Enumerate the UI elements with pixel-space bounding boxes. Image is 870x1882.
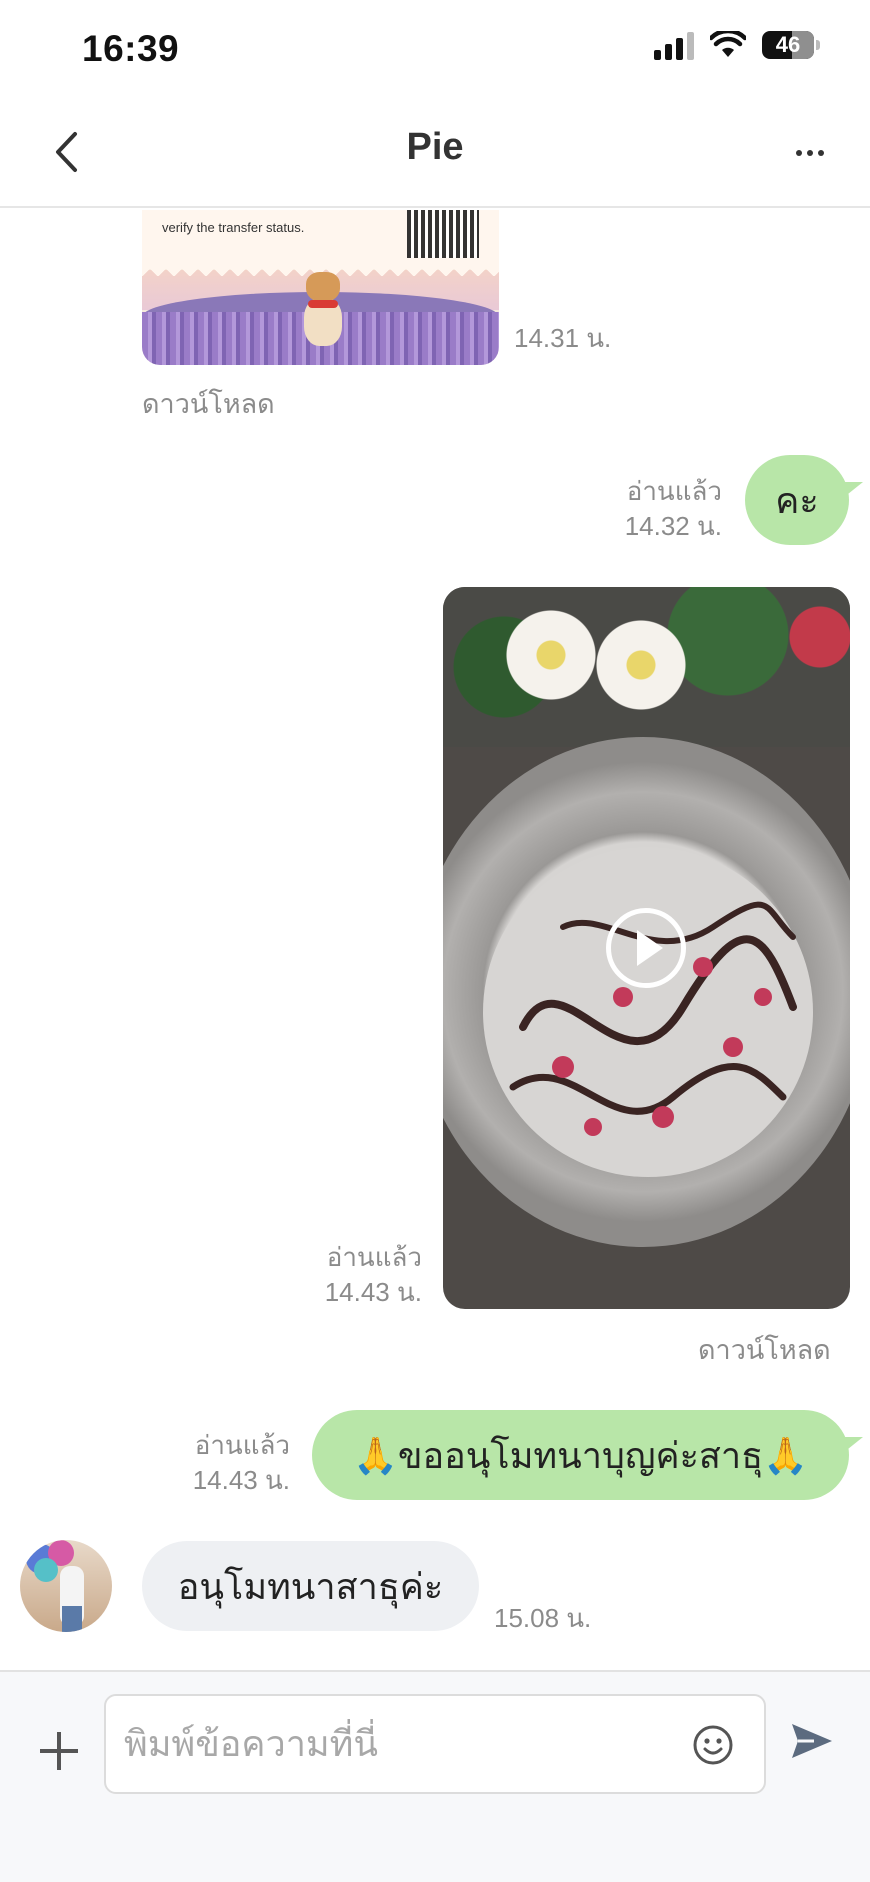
image-message[interactable]: verify the transfer status. [142,210,499,365]
message-input[interactable] [124,1714,664,1774]
smiley-icon[interactable] [692,1724,734,1766]
status-time: 16:39 [82,28,180,69]
send-arrow-icon[interactable] [786,1716,836,1766]
message-input-box[interactable] [104,1694,766,1794]
message-text: 🙏ขออนุโมทนาบุญค่ะสาธุ🙏 [353,1434,808,1476]
message-meta: อ่านแล้ว 14.32 น. [625,474,722,544]
sent-message-bubble[interactable]: 🙏ขออนุโมทนาบุญค่ะสาธุ🙏 [312,1410,849,1500]
download-link[interactable]: ดาวน์โหลด [698,1328,831,1371]
message-time: 14.43 น. [324,1277,422,1308]
message-text: อนุโมทนาสาธุค่ะ [177,1565,444,1607]
chat-messages[interactable]: verify the transfer status. 14.31 น. ดาว… [0,210,870,1670]
sent-message-bubble[interactable]: คะ [745,455,849,545]
plus-icon[interactable] [36,1728,82,1774]
battery-level: 46 [775,32,801,57]
receipt-caption: verify the transfer status. [162,220,305,235]
more-horizontal-icon [796,150,802,156]
shiba-dog-illustration [302,268,344,348]
chat-header: Pie [0,96,870,208]
message-time: 15.08 น. [494,1603,592,1633]
qr-code-icon [407,210,479,258]
received-message-bubble[interactable]: อนุโมทนาสาธุค่ะ [142,1541,479,1631]
message-meta: อ่านแล้ว 14.43 น. [325,1240,422,1310]
play-icon[interactable] [606,908,686,988]
download-link[interactable]: ดาวน์โหลด [142,382,275,425]
cellular-signal-icon [654,30,694,60]
battery-icon: 46 [762,31,820,59]
message-time: 14.32 น. [624,511,722,542]
status-icons: 46 [654,30,820,60]
read-status: อ่านแล้ว [326,1242,422,1272]
message-input-bar [0,1670,870,1882]
contact-avatar[interactable] [20,1540,112,1632]
chat-title: Pie [406,126,464,168]
message-time: 14.31 น. [514,323,612,353]
wifi-icon [710,31,746,57]
more-options-button[interactable] [780,128,840,178]
message-text: คะ [775,479,819,521]
video-message[interactable] [443,587,850,1309]
read-status: อ่านแล้ว [194,1430,290,1460]
message-meta: อ่านแล้ว 14.43 น. [193,1428,290,1498]
read-status: อ่านแล้ว [626,476,722,506]
status-bar: 16:39 46 [0,0,870,96]
message-time: 14.43 น. [192,1465,290,1496]
